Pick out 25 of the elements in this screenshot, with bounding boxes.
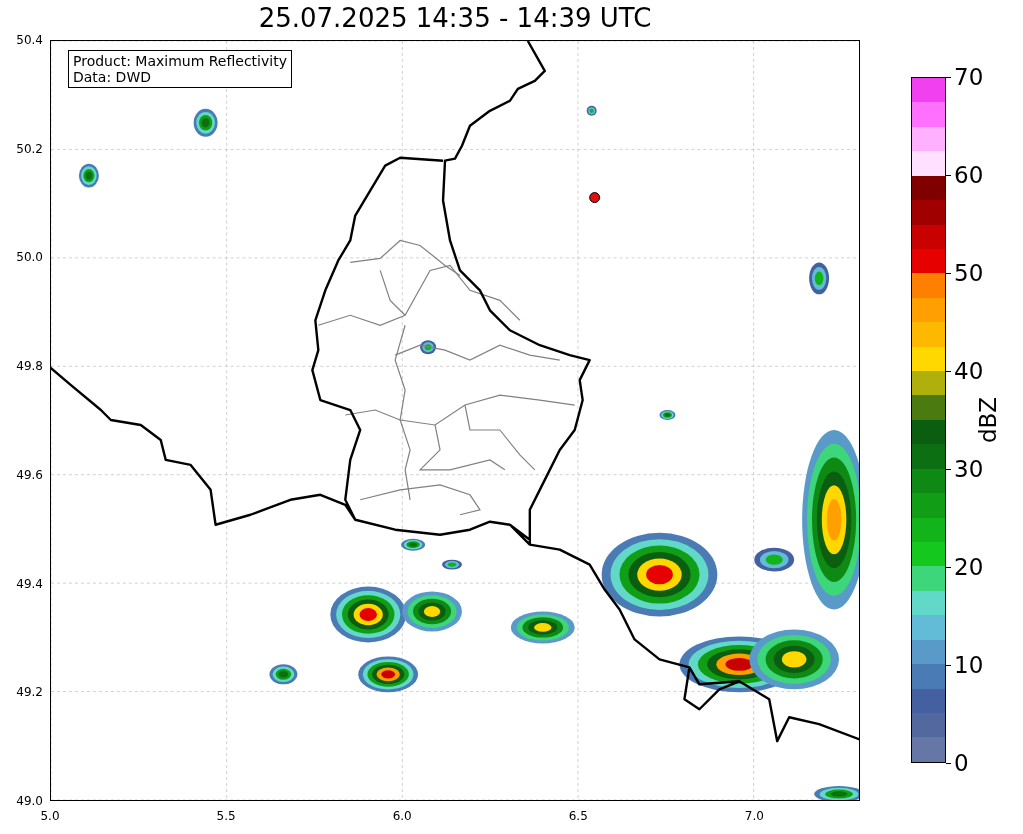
chart-title: 25.07.2025 14:35 - 14:39 UTC	[258, 3, 652, 33]
y-axis-tick-label: 49.4	[16, 576, 43, 591]
y-axis-tick-label: 50.2	[16, 141, 43, 156]
legend-text: Product: Maximum Reflectivity	[73, 53, 287, 69]
x-axis-tick-label: 7.0	[744, 809, 764, 823]
colorbar-tick-label: 50	[954, 260, 984, 286]
y-axis-tick-label: 49.2	[16, 685, 43, 700]
colorbar-tick-label: 10	[954, 652, 984, 678]
legend-text: Data: DWD	[73, 69, 152, 85]
y-axis-tick-label: 49.0	[16, 794, 43, 808]
colorbar-tick-label: 20	[954, 554, 984, 580]
colorbar-tick-label: 30	[954, 456, 984, 482]
y-axis-tick-label: 49.8	[16, 359, 43, 374]
y-axis-tick-label: 50.0	[16, 250, 43, 265]
y-axis-tick-label: 49.6	[16, 467, 43, 482]
colorbar-tick-label: 40	[954, 358, 984, 384]
colorbar-tick-label: 70	[954, 64, 984, 90]
y-axis-tick-label: 50.4	[16, 33, 43, 47]
x-axis-tick-label: 5.0	[40, 809, 60, 823]
colorbar-tick-label: 60	[954, 162, 984, 188]
x-axis-tick-label: 6.0	[392, 809, 412, 823]
colorbar-tick-label: 0	[954, 750, 969, 776]
x-axis-tick-label: 6.5	[568, 809, 588, 823]
colorbar-label: dBZ	[975, 396, 1001, 444]
x-axis-tick-label: 5.5	[216, 809, 236, 823]
